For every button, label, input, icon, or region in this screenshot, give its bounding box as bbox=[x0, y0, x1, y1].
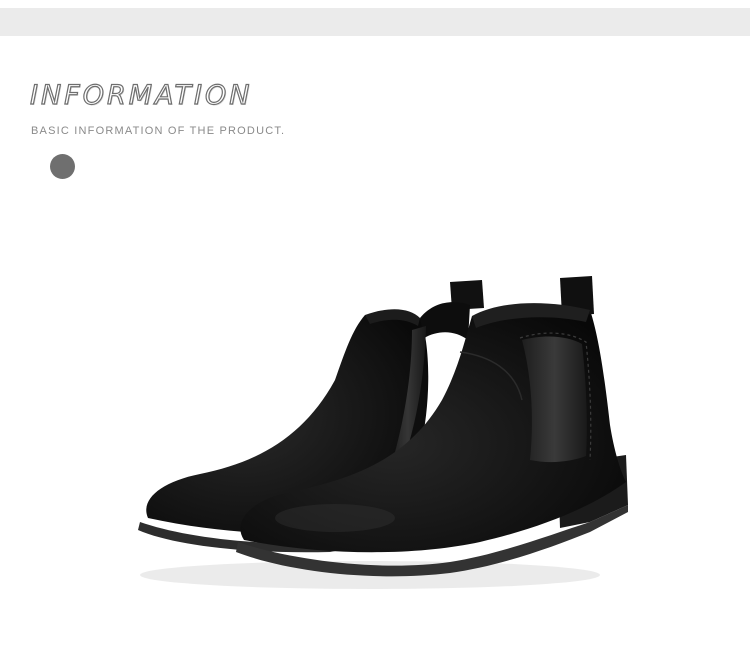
chelsea-boots-illustration bbox=[138, 276, 628, 589]
product-image bbox=[120, 260, 650, 600]
section-subtitle: BASIC INFORMATION OF THE PRODUCT. bbox=[31, 125, 286, 137]
top-divider-band bbox=[0, 8, 750, 36]
section-title: INFORMATION bbox=[29, 80, 253, 111]
product-info-page: INFORMATION BASIC INFORMATION OF THE PRO… bbox=[0, 0, 750, 661]
bullet-dot bbox=[50, 154, 75, 179]
